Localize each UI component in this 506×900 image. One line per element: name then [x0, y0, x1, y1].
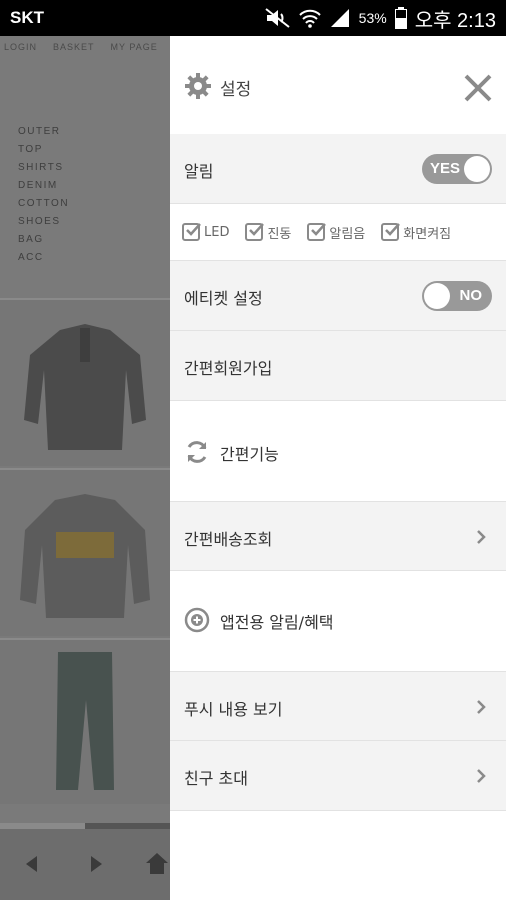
- nav-mypage: MY PAGE: [110, 42, 158, 52]
- toggle-knob: [424, 283, 450, 309]
- shop-bottom-bar: [0, 823, 170, 900]
- back-arrow-icon[interactable]: [22, 854, 42, 874]
- quick-signup-label: 간편회원가입: [184, 359, 273, 378]
- drawer-header: 설정: [170, 36, 506, 134]
- checkbox-sound[interactable]: 알림음: [307, 223, 365, 242]
- toggle-text: YES: [430, 160, 461, 177]
- checkbox-label: 진동: [267, 226, 292, 242]
- notification-options-row: LED 진동 알림음 화면켜짐: [170, 204, 506, 261]
- checkbox-box: [245, 223, 265, 241]
- category-item: TOP: [18, 144, 43, 155]
- status-bar: SKT 53% 오후 2:13: [0, 0, 506, 36]
- app-benefits-title: 앱전용 알림/혜택: [220, 613, 334, 632]
- etiquette-label: 에티켓 설정: [184, 289, 263, 308]
- nav-login: LOGIN: [4, 42, 38, 52]
- notification-label: 알림: [184, 162, 214, 181]
- checkbox-box: [381, 223, 401, 241]
- refresh-icon: [187, 441, 207, 463]
- chevron-right-icon: [477, 530, 486, 544]
- checkbox-box: [182, 223, 201, 241]
- home-icon[interactable]: [144, 850, 170, 876]
- push-content-label: 푸시 내용 보기: [184, 700, 283, 719]
- battery-percent: 53%: [358, 10, 387, 26]
- quick-features-header: 간편기능: [170, 401, 506, 501]
- quick-features-title: 간편기능: [220, 445, 279, 464]
- product-image-henley-shirt: [0, 298, 170, 466]
- gear-icon: [185, 73, 211, 99]
- push-content-row[interactable]: 푸시 내용 보기: [170, 671, 506, 741]
- toggle-text: NO: [459, 287, 483, 304]
- forward-arrow-icon[interactable]: [86, 854, 106, 874]
- category-item: BAG: [18, 234, 44, 245]
- checkbox-label: 화면켜짐: [403, 226, 452, 242]
- checkbox-led[interactable]: LED: [182, 223, 229, 241]
- category-item: OUTER: [18, 126, 61, 137]
- plus-circle-icon: [184, 607, 210, 633]
- category-item: COTTON: [18, 198, 70, 209]
- chevron-right-icon: [477, 700, 486, 714]
- checkbox-box: [307, 223, 327, 241]
- quick-signup-row[interactable]: 간편회원가입: [170, 331, 506, 401]
- close-icon[interactable]: [462, 72, 494, 104]
- checkbox-label: 알림음: [329, 226, 366, 242]
- carrier-label: SKT: [10, 8, 44, 27]
- nav-basket: BASKET: [53, 42, 95, 52]
- category-item: ACC: [18, 252, 44, 263]
- chevron-right-icon: [477, 769, 486, 783]
- invite-friends-label: 친구 초대: [184, 769, 248, 788]
- toggle-knob: [464, 156, 490, 182]
- notification-row: 알림 YES: [170, 134, 506, 204]
- clock: 오후 2:13: [414, 9, 496, 32]
- signal-icon: [330, 9, 349, 27]
- etiquette-toggle[interactable]: NO: [422, 281, 492, 311]
- settings-drawer: 설정 알림 YES LED 진동 알림음 화면켜짐 에티켓 설정 NO 간편회원…: [170, 36, 506, 900]
- delivery-lookup-row[interactable]: 간편배송조회: [170, 501, 506, 571]
- wifi-icon: [298, 9, 321, 28]
- checkbox-screen-on[interactable]: 화면켜짐: [381, 223, 451, 242]
- category-list: OUTER TOP SHIRTS DENIM COTTON SHOES BAG …: [18, 126, 69, 270]
- category-item: SHOES: [18, 216, 61, 227]
- etiquette-row: 에티켓 설정 NO: [170, 261, 506, 331]
- invite-friends-row[interactable]: 친구 초대: [170, 741, 506, 811]
- category-item: DENIM: [18, 180, 58, 191]
- checkbox-vibration[interactable]: 진동: [245, 223, 291, 242]
- category-item: SHIRTS: [18, 162, 64, 173]
- product-image-sweatshirt: [0, 468, 170, 636]
- background-shop-app[interactable]: LOGIN BASKET MY PAGE OUTER TOP SHIRTS DE…: [0, 36, 170, 900]
- battery-icon: [394, 7, 407, 29]
- drawer-title: 설정: [220, 80, 252, 100]
- notification-toggle[interactable]: YES: [422, 154, 492, 184]
- status-indicators: 53% 오후 2:13: [265, 4, 496, 32]
- delivery-lookup-label: 간편배송조회: [184, 530, 273, 549]
- app-benefits-header: 앱전용 알림/혜택: [170, 571, 506, 671]
- product-image-jeans: [0, 638, 170, 804]
- mute-icon: [265, 8, 290, 28]
- checkbox-label: LED: [204, 224, 230, 240]
- shop-top-nav: LOGIN BASKET MY PAGE: [0, 36, 170, 58]
- scroll-indicator: [0, 823, 170, 829]
